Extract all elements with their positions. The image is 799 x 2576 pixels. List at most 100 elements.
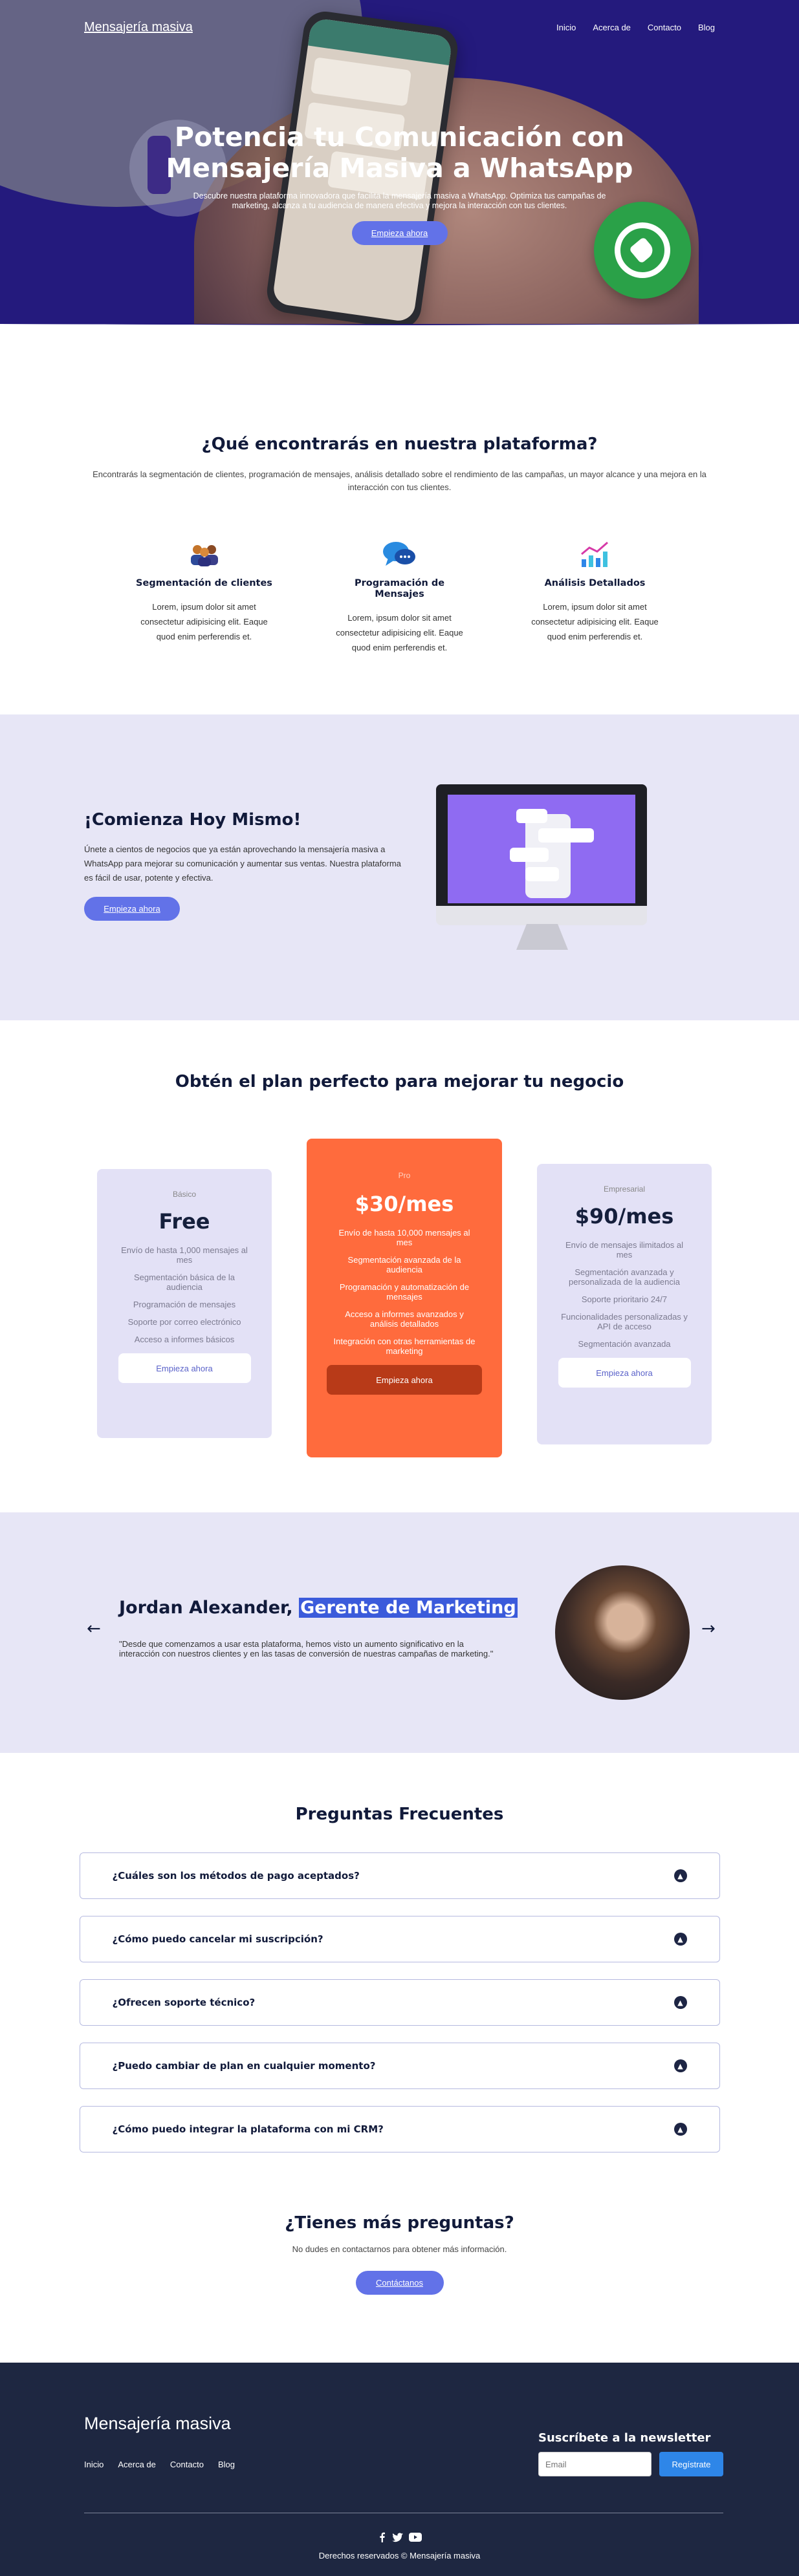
contact-title: ¿Tienes más preguntas? [285,2213,514,2233]
message-bubble [510,848,549,862]
pricing-title: Obtén el plan perfecto para mejorar tu n… [175,1072,624,1091]
chevron-up-icon[interactable]: ▲ [673,2059,687,2072]
pricing-section: Obtén el plan perfecto para mejorar tu n… [0,1020,799,1512]
analytics-chart-icon [518,538,673,572]
plan-feature: Soporte por correo electrónico [127,1317,241,1327]
faq-section: Preguntas Frecuentes ¿Cuáles son los mét… [0,1753,799,2186]
faq-question: ¿Cómo puedo integrar la plataforma con m… [112,2123,384,2135]
plan-feature: Programación de mensajes [133,1300,236,1309]
hero-title-line-1: Potencia tu Comunicación con [174,122,625,153]
page: Mensajería masiva Inicio Acerca de Conta… [0,0,799,2576]
footer: Mensajería masiva Inicio Acerca de Conta… [0,2363,799,2576]
plan-feature: Segmentación avanzada y personalizada de… [568,1267,680,1287]
testimonial-role: Gerente de Marketing [299,1598,518,1618]
plan-price: Free [159,1209,210,1234]
testimonial-name: Jordan Alexander, [119,1598,293,1618]
faq-item[interactable]: ¿Ofrecen soporte técnico? ▲ [79,1979,720,2026]
feature-card: Segmentación de clientes Lorem, ipsum do… [127,538,282,655]
monitor-screen [448,795,635,903]
hero-section: Mensajería masiva Inicio Acerca de Conta… [0,0,799,362]
plan-card-enterprise: Empresarial $90/mes Envío de mensajes il… [537,1164,712,1444]
newsletter-email-input[interactable] [538,2452,651,2476]
faq-item[interactable]: ¿Cómo puedo cancelar mi suscripción? ▲ [79,1916,720,1962]
plan-features: Envío de mensajes ilimitados al mes Segm… [560,1240,689,1349]
faq-question: ¿Ofrecen soporte técnico? [112,1997,256,2008]
chevron-up-icon[interactable]: ▲ [673,1869,687,1882]
faq-item[interactable]: ¿Cuáles son los métodos de pago aceptado… [79,1852,720,1899]
newsletter-subscribe-button[interactable]: Regístrate [659,2452,723,2476]
feature-card: Programación de Mensajes Lorem, ipsum do… [322,538,477,655]
testimonial-author: Jordan Alexander, Gerente de Marketing [119,1598,518,1618]
footer-links: Inicio Acerca de Contacto Blog [84,2460,235,2469]
chevron-up-icon[interactable]: ▲ [673,1996,687,2009]
features-description: Encontrarás la segmentación de clientes,… [93,469,706,492]
plan-name: Pro [398,1171,411,1180]
hero-cta-button[interactable]: Empieza ahora [351,221,448,245]
arrow-right-icon[interactable]: → [701,1619,716,1638]
contact-text: No dudes en contactarnos para obtener má… [292,2244,507,2254]
contact-button[interactable]: Contáctanos [355,2271,444,2295]
feature-text: Lorem, ipsum dolor sit amet consectetur … [336,613,463,652]
chat-bubble [310,57,412,107]
youtube-icon[interactable] [408,2532,422,2542]
cta-title: ¡Comienza Hoy Mismo! [84,810,301,830]
feature-title: Segmentación de clientes [136,578,272,588]
feature-text: Lorem, ipsum dolor sit amet consectetur … [140,602,268,641]
nav-link-inicio[interactable]: Inicio [556,23,576,32]
message-bubble [516,809,547,823]
social-links [0,2532,799,2542]
top-nav: Mensajería masiva Inicio Acerca de Conta… [0,0,799,54]
feature-title: Análisis Detallados [544,578,646,588]
chevron-up-icon[interactable]: ▲ [673,2123,687,2136]
plan-card-basic: Básico Free Envío de hasta 1,000 mensaje… [97,1169,272,1438]
people-icon [127,538,282,572]
plan-basic-button[interactable]: Empieza ahora [118,1353,251,1383]
twitter-icon[interactable] [391,2532,404,2542]
plan-price: $30/mes [355,1192,454,1216]
cta-button[interactable]: Empieza ahora [84,897,180,921]
arrow-left-icon[interactable]: ← [87,1619,101,1638]
avatar [555,1565,690,1700]
faq-question: ¿Puedo cambiar de plan en cualquier mome… [112,2060,376,2072]
faq-item[interactable]: ¿Puedo cambiar de plan en cualquier mome… [79,2043,720,2089]
newsletter-title: Suscríbete a la newsletter [538,2431,711,2445]
footer-link-blog[interactable]: Blog [218,2460,235,2469]
message-bubble [538,828,594,843]
features-title: ¿Qué encontrarás en nuestra plataforma? [201,435,598,454]
testimonial-section: ← Jordan Alexander, Gerente de Marketing… [0,1512,799,1753]
footer-link-contacto[interactable]: Contacto [170,2460,204,2469]
nav-link-blog[interactable]: Blog [698,23,715,32]
monitor-illustration [436,784,647,956]
cta-text: Únete a cientos de negocios que ya están… [84,844,401,883]
plan-features: Envío de hasta 10,000 mensajes al mes Se… [332,1228,477,1356]
brand-logo[interactable]: Mensajería masiva [84,20,193,35]
plan-feature: Integración con otras herramientas de ma… [333,1336,476,1356]
monitor-chin [436,906,647,925]
plan-feature: Segmentación básica de la audiencia [133,1272,235,1292]
plan-feature: Envío de hasta 1,000 mensajes al mes [121,1245,248,1265]
plan-price: $90/mes [575,1204,674,1229]
plan-feature: Funcionalidades personalizadas y API de … [561,1312,688,1331]
plan-features: Envío de hasta 1,000 mensajes al mes Seg… [120,1245,249,1344]
plan-enterprise-button[interactable]: Empieza ahora [558,1358,691,1388]
nav-links: Inicio Acerca de Contacto Blog [556,23,715,32]
chat-bubbles-icon [322,538,477,572]
nav-link-contacto[interactable]: Contacto [648,23,681,32]
plan-card-pro: Pro $30/mes Envío de hasta 10,000 mensaj… [307,1139,502,1457]
nav-link-acerca[interactable]: Acerca de [593,23,631,32]
plan-feature: Segmentación avanzada de la audiencia [347,1255,461,1274]
plan-name: Básico [172,1190,197,1199]
plan-feature: Programación y automatización de mensaje… [339,1282,470,1302]
hero-title-line-2: Mensajería Masiva a WhatsApp [166,153,633,184]
copyright: Derechos reservados © Mensajería masiva [318,2551,481,2560]
faq-item[interactable]: ¿Cómo puedo integrar la plataforma con m… [79,2106,720,2152]
chevron-up-icon[interactable]: ▲ [673,1933,687,1946]
footer-link-inicio[interactable]: Inicio [84,2460,104,2469]
facebook-icon[interactable] [378,2532,387,2542]
hero-content: Potencia tu Comunicación con Mensajería … [0,122,799,245]
footer-link-acerca[interactable]: Acerca de [118,2460,156,2469]
cta-section: ¡Comienza Hoy Mismo! Únete a cientos de … [0,714,799,1020]
plan-feature: Segmentación avanzada [578,1339,671,1349]
plan-pro-button[interactable]: Empieza ahora [327,1365,482,1395]
cta-content: ¡Comienza Hoy Mismo! Únete a cientos de … [84,810,401,921]
